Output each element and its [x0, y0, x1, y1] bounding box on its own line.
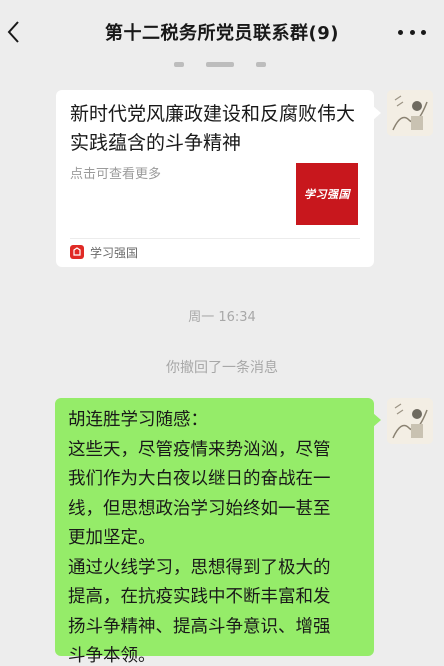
text-message-bubble[interactable]: 胡连胜学习随感： 这些天，尽管疫情来势汹汹，尽管 我们作为大白夜以继日的奋战在一… [55, 398, 381, 666]
chevron-left-icon [7, 21, 19, 43]
avatar-image [387, 398, 433, 444]
message-line: 我们作为大白夜以继日的奋战在一 [68, 469, 331, 489]
avatar-image [387, 90, 433, 136]
message-line: 扬斗争精神、提高斗争意识、增强 [68, 616, 331, 637]
message-line: 更加坚定。 [68, 528, 156, 548]
chat-title: 第十二税务所党员联系群(9) [105, 23, 339, 44]
link-card-source: 学习强国 [70, 242, 138, 262]
dot [409, 29, 415, 35]
message-line: 这些天，尽管疫情来势汹汹，尽管 [68, 439, 331, 460]
more-dots-icon[interactable] [398, 22, 426, 42]
recall-notice: 你撤回了一条消息 [166, 360, 278, 376]
user-avatar[interactable] [387, 90, 433, 136]
message-line: 斗争本领。 [68, 646, 156, 666]
link-card-source-name: 学习强国 [90, 245, 139, 260]
user-avatar[interactable] [387, 398, 433, 444]
message-line: 提高，在抗疫实践中不断丰富和发 [68, 587, 331, 607]
message-line: 线，但思想政治学习始终如一甚至 [68, 498, 331, 519]
thumbnail-logo-text: 学习强国 [304, 188, 350, 201]
link-card-thumbnail: 学习强国 [296, 163, 358, 225]
message-line: 通过火线学习，思想得到了极大的 [68, 557, 331, 578]
title-bar: 第十二税务所党员联系群(9) [0, 0, 444, 64]
link-card-description: 点击可查看更多 [70, 167, 162, 182]
back-button[interactable] [2, 16, 26, 48]
message-line: 胡连胜学习随感： [68, 410, 208, 430]
xuexi-logo-icon [70, 245, 84, 259]
link-card-divider [70, 238, 360, 239]
cropped-timestamp [150, 58, 290, 70]
link-card-title: 新时代党风廉政建设和反腐败伟大实践蕴含的斗争精神 [70, 103, 356, 154]
message-timestamp: 周一 16:34 [188, 310, 256, 325]
link-card-message[interactable]: 新时代党风廉政建设和反腐败伟大实践蕴含的斗争精神 点击可查看更多 学习强国 学习… [56, 90, 381, 267]
dot [398, 29, 403, 35]
dot [421, 29, 426, 35]
